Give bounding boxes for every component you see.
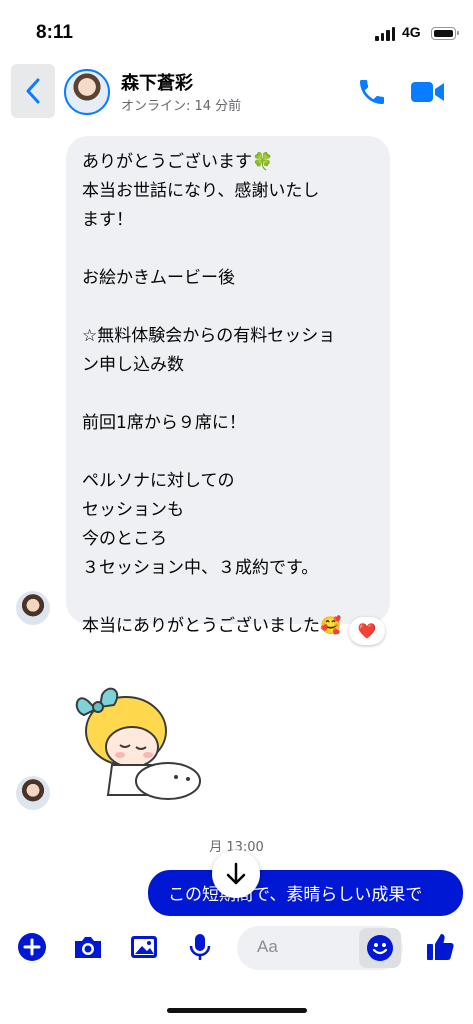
contact-avatar[interactable] [64,69,110,115]
video-call-icon[interactable] [410,78,446,106]
plus-circle-icon [18,933,46,961]
smiley-icon [367,935,393,961]
message-line: ペルソナに対しての [82,471,235,491]
message-line: ン申し込み数 [82,355,184,375]
contact-name[interactable]: 森下蒼彩 [121,69,193,95]
message-line: ありがとうございます🍀 [82,152,274,172]
camera-button[interactable] [71,930,105,964]
scroll-to-bottom-button[interactable] [212,850,260,898]
message-line: 本当にありがとうございました🥰 [82,616,342,636]
message-line: セッションも [82,500,184,520]
thumbs-up-icon [427,934,454,960]
message-line: ☆無料体験会からの有料セッショ [82,326,336,346]
heart-reaction[interactable]: ❤️ [349,617,385,645]
battery-icon [431,27,459,40]
phone-icon[interactable] [356,76,388,108]
message-input-placeholder: Aa [257,937,278,956]
message-line: ます！ [82,210,133,230]
image-icon [131,936,157,958]
sticker-image[interactable] [68,681,208,805]
gallery-button[interactable] [127,930,161,964]
outgoing-message-bubble[interactable]: この短期間で、素晴らしい成果で [148,870,463,916]
camera-icon [75,937,101,958]
message-line: 前回1席から９席に！ [82,413,246,433]
message-line: お絵かきムービー後 [82,268,235,288]
incoming-message-bubble[interactable]: ありがとうございます🍀 本当お世話になり、感謝いたし ます！ お絵かきムービー後… [66,136,390,636]
microphone-icon [189,934,211,960]
add-button[interactable] [15,930,49,964]
sender-avatar[interactable] [16,776,50,810]
chat-header: 森下蒼彩 オンライン: 14 分前 [0,60,473,124]
composer-bar: Aa [0,916,473,1024]
back-button[interactable] [11,64,55,118]
arrow-down-icon [226,862,246,885]
message-line: 今のところ [82,529,167,549]
home-indicator [167,1008,307,1013]
status-bar: 8:11 4G [0,0,473,60]
signal-icon [375,27,395,41]
emoji-button[interactable] [359,928,401,968]
message-line: ３セッション中、３成約です。 [82,558,319,578]
network-label: 4G [402,24,421,40]
like-button[interactable] [423,930,457,964]
status-time: 8:11 [36,22,73,43]
message-line: 本当お世話になり、感謝いたし [82,181,320,201]
sender-avatar[interactable] [16,591,50,625]
outgoing-message-text: この短期間で、素晴らしい成果で [168,885,423,905]
chevron-left-icon [26,78,40,104]
contact-status: オンライン: 14 分前 [121,99,242,114]
message-input[interactable]: Aa [237,926,403,970]
voice-button[interactable] [183,930,217,964]
